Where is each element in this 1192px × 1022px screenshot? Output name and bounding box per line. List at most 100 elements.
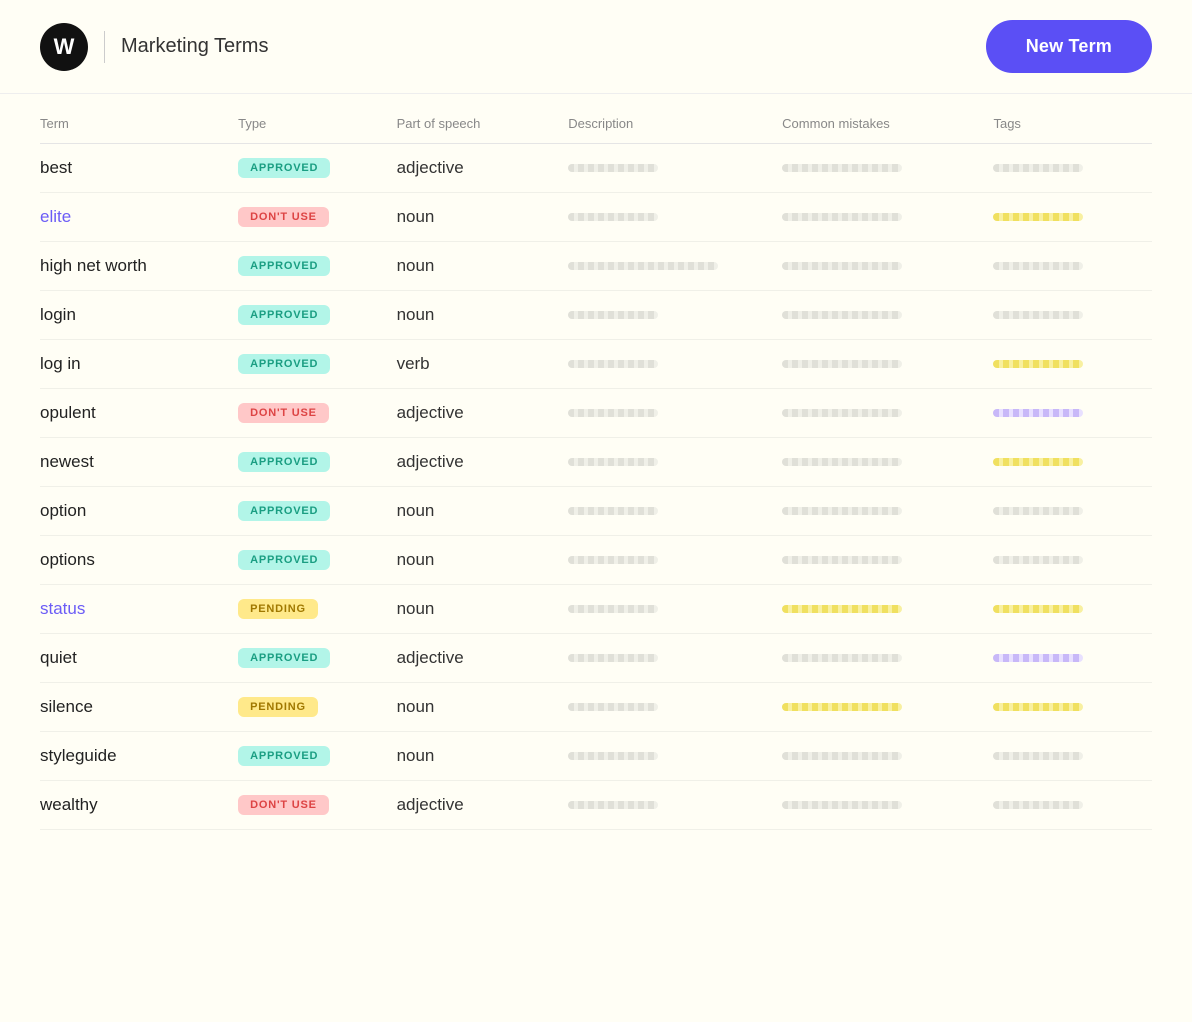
type-badge: APPROVED — [238, 158, 330, 178]
mistakes-placeholder — [782, 605, 902, 613]
mistakes-cell — [782, 389, 993, 438]
header-row: Term Type Part of speech Description Com… — [40, 104, 1152, 144]
new-term-button[interactable]: New Term — [986, 20, 1152, 73]
mistakes-placeholder — [782, 164, 902, 172]
tags-placeholder — [993, 507, 1083, 515]
tags-cell — [993, 732, 1152, 781]
pos-cell: noun — [397, 291, 569, 340]
tags-placeholder — [993, 360, 1083, 368]
mistakes-cell — [782, 634, 993, 683]
pos-cell: noun — [397, 242, 569, 291]
tags-placeholder — [993, 556, 1083, 564]
tags-cell — [993, 634, 1152, 683]
type-badge: APPROVED — [238, 256, 330, 276]
table-row[interactable]: styleguideAPPROVEDnoun — [40, 732, 1152, 781]
pos-cell: noun — [397, 487, 569, 536]
term-cell: status — [40, 585, 238, 634]
table-row[interactable]: bestAPPROVEDadjective — [40, 144, 1152, 193]
term-cell: options — [40, 536, 238, 585]
pos-cell: noun — [397, 585, 569, 634]
description-placeholder — [568, 458, 658, 466]
terms-table: Term Type Part of speech Description Com… — [40, 104, 1152, 830]
description-placeholder — [568, 262, 718, 270]
pos-cell: verb — [397, 340, 569, 389]
col-header-pos: Part of speech — [397, 104, 569, 144]
type-cell: DON'T USE — [238, 781, 396, 830]
term-cell: high net worth — [40, 242, 238, 291]
tags-placeholder — [993, 801, 1083, 809]
table-row[interactable]: loginAPPROVED noun — [40, 291, 1152, 340]
mistakes-cell — [782, 732, 993, 781]
type-cell: APPROVED — [238, 291, 396, 340]
description-placeholder — [568, 556, 658, 564]
description-placeholder — [568, 801, 658, 809]
table-row[interactable]: newestAPPROVEDadjective — [40, 438, 1152, 487]
description-cell — [568, 193, 782, 242]
table-row[interactable]: optionAPPROVEDnoun — [40, 487, 1152, 536]
type-badge: APPROVED — [238, 305, 330, 325]
mistakes-placeholder — [782, 654, 902, 662]
app-logo: W — [40, 23, 88, 71]
mistakes-placeholder — [782, 507, 902, 515]
type-cell: APPROVED — [238, 242, 396, 291]
term-cell: newest — [40, 438, 238, 487]
mistakes-placeholder — [782, 311, 902, 319]
description-cell — [568, 634, 782, 683]
table-body: bestAPPROVEDadjectiveeliteDON'T USEnounh… — [40, 144, 1152, 830]
description-placeholder — [568, 654, 658, 662]
type-cell: APPROVED — [238, 536, 396, 585]
mistakes-cell — [782, 487, 993, 536]
type-badge: PENDING — [238, 599, 318, 619]
app-header: W Marketing Terms New Term — [0, 0, 1192, 94]
table-row[interactable]: quietAPPROVEDadjective — [40, 634, 1152, 683]
term-cell: styleguide — [40, 732, 238, 781]
table-row[interactable]: wealthyDON'T USEadjective — [40, 781, 1152, 830]
description-cell — [568, 389, 782, 438]
type-badge: PENDING — [238, 697, 318, 717]
table-row[interactable]: high net worthAPPROVED noun — [40, 242, 1152, 291]
table-row[interactable]: optionsAPPROVEDnoun — [40, 536, 1152, 585]
type-cell: APPROVED — [238, 634, 396, 683]
type-badge: APPROVED — [238, 648, 330, 668]
col-header-mistakes: Common mistakes — [782, 104, 993, 144]
col-header-tags: Tags — [993, 104, 1152, 144]
tags-cell — [993, 291, 1152, 340]
pos-cell: noun — [397, 683, 569, 732]
pos-cell: adjective — [397, 144, 569, 193]
term-cell: silence — [40, 683, 238, 732]
pos-cell: adjective — [397, 389, 569, 438]
type-cell: PENDING — [238, 683, 396, 732]
type-cell: PENDING — [238, 585, 396, 634]
table-row[interactable]: log inAPPROVEDverb — [40, 340, 1152, 389]
description-cell — [568, 438, 782, 487]
description-cell — [568, 487, 782, 536]
table-container: Term Type Part of speech Description Com… — [0, 104, 1192, 870]
table-row[interactable]: silencePENDING noun — [40, 683, 1152, 732]
tags-placeholder — [993, 458, 1083, 466]
description-placeholder — [568, 409, 658, 417]
description-cell — [568, 585, 782, 634]
type-cell: DON'T USE — [238, 193, 396, 242]
table-row[interactable]: statusPENDING noun — [40, 585, 1152, 634]
description-cell — [568, 683, 782, 732]
term-cell: login — [40, 291, 238, 340]
tags-cell — [993, 193, 1152, 242]
mistakes-cell — [782, 781, 993, 830]
table-row[interactable]: opulentDON'T USEadjective — [40, 389, 1152, 438]
tags-placeholder — [993, 213, 1083, 221]
mistakes-cell — [782, 438, 993, 487]
term-cell: quiet — [40, 634, 238, 683]
tags-cell — [993, 438, 1152, 487]
table-row[interactable]: eliteDON'T USEnoun — [40, 193, 1152, 242]
pos-cell: noun — [397, 193, 569, 242]
tags-placeholder — [993, 262, 1083, 270]
term-cell: wealthy — [40, 781, 238, 830]
tags-placeholder — [993, 311, 1083, 319]
header-left: W Marketing Terms — [40, 23, 268, 71]
mistakes-placeholder — [782, 213, 902, 221]
type-cell: APPROVED — [238, 144, 396, 193]
tags-cell — [993, 340, 1152, 389]
description-placeholder — [568, 605, 658, 613]
tags-cell — [993, 487, 1152, 536]
description-placeholder — [568, 164, 658, 172]
